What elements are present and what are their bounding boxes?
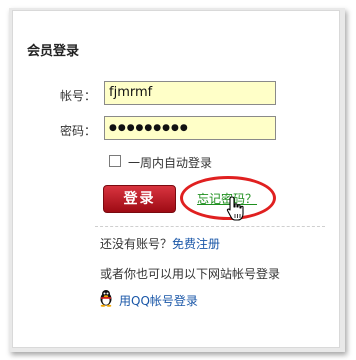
account-label: 帐号： bbox=[60, 89, 97, 103]
hand-cursor-icon bbox=[226, 196, 248, 226]
password-label: 密码： bbox=[60, 124, 97, 138]
password-input[interactable]: ●●●●●●●●● bbox=[104, 116, 276, 140]
divider bbox=[95, 226, 325, 227]
register-prompt: 还没有账号？ bbox=[100, 237, 173, 251]
qq-penguin-icon bbox=[98, 289, 114, 311]
remember-checkbox[interactable] bbox=[109, 155, 121, 167]
alt-login-text: 或者你也可以用以下网站帐号登录 bbox=[100, 267, 281, 281]
account-input[interactable]: fjmrmf bbox=[104, 81, 276, 105]
remember-label[interactable]: 一周内自动登录 bbox=[128, 154, 212, 171]
login-button[interactable]: 登录 bbox=[103, 185, 176, 213]
login-title: 会员登录 bbox=[27, 44, 80, 59]
register-line: 还没有账号？免费注册 bbox=[100, 235, 220, 252]
register-link[interactable]: 免费注册 bbox=[172, 237, 220, 251]
qq-login-label[interactable]: 用QQ帐号登录 bbox=[119, 294, 198, 308]
qq-login-link[interactable]: 用QQ帐号登录 bbox=[119, 292, 198, 309]
